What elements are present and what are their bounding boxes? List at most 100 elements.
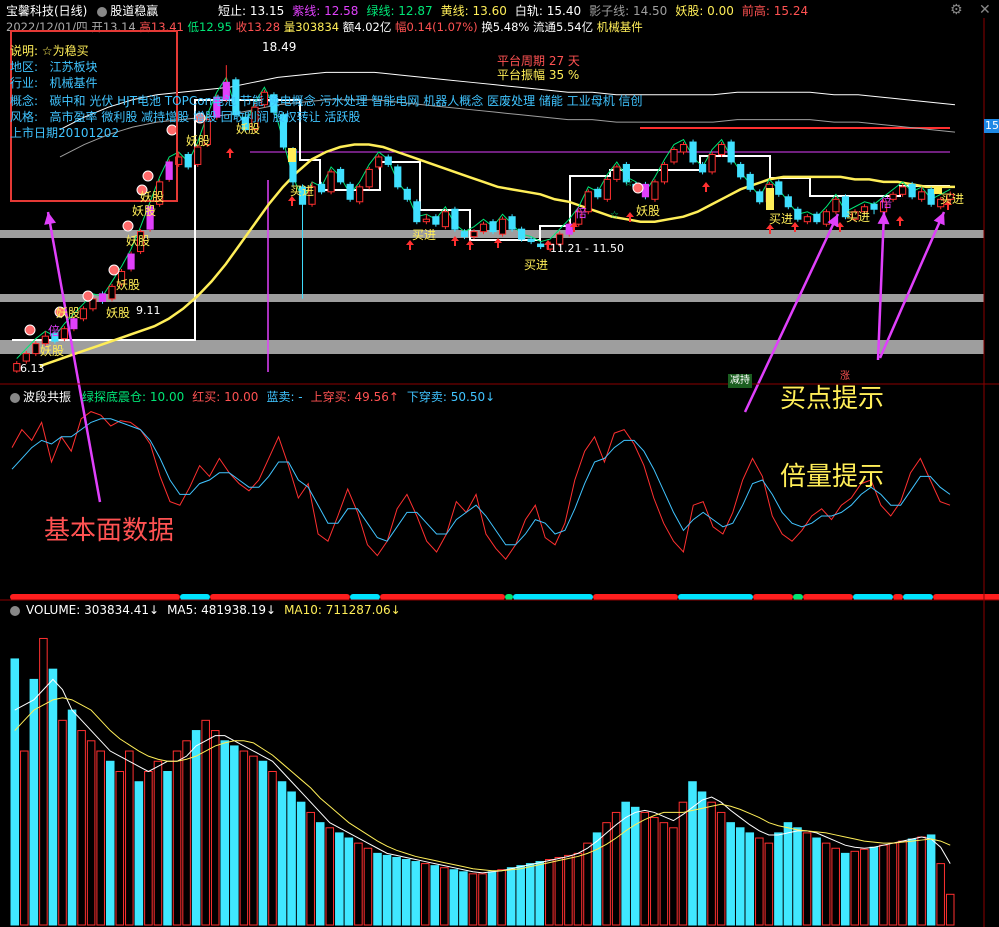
volume-panel[interactable] [10,637,955,926]
volume-bar [831,847,840,926]
close-icon[interactable]: ✕ [979,2,991,18]
header-value-5: 影子线: 14.50 [589,4,668,18]
buy-arrow-icon [896,216,904,226]
candle-body [737,163,745,178]
candle-body [375,156,383,168]
signal-buy: 买进 [769,212,794,226]
volume-bar [77,730,86,926]
signal-candle [766,188,774,210]
peak-label: 18.49 [262,40,297,54]
volume-bar [678,801,688,926]
quote-close: 收13.28 [235,20,281,34]
trend-strip-segment [793,594,803,600]
candle-body [498,218,507,235]
volume-bar [48,668,58,926]
candle-body [803,216,811,223]
settings-gear-icon[interactable]: ⚙ [950,2,963,18]
price-scale-tag: 15 [984,119,999,133]
vol-settings-icon[interactable] [10,605,20,616]
demon-ball-icon [632,182,644,194]
candle-body [460,231,469,238]
volume-bar [459,871,468,926]
candle-body [927,188,935,205]
quote-low: 低12.95 [187,20,232,34]
osc-settings-icon[interactable] [10,392,20,403]
fund-style: 风格: 高市盈率 微利股 减持增股 增股 回收利润 股权转让 活跃股 [10,108,360,125]
volume-bar [716,811,726,926]
volume-bar [306,811,315,926]
label-fundamental: 基本面数据 [44,516,175,546]
volume-bar [420,863,430,926]
candle-body [346,183,354,200]
volume-bar [115,771,125,926]
candle-body [441,211,449,228]
fund-concept-val: 碳中和 光伏 HJT电池 TOPCon电池 节能 换电概念 污水处理 智能电网 … [49,94,643,108]
buy-arrow-icon [702,182,710,192]
header-value-6: 妖股: 0.00 [675,4,734,18]
candle-body [708,153,716,173]
osc-title[interactable]: 波段共振 [23,390,71,404]
trend-strip-segment [753,594,793,600]
signal-demon: 妖股 [40,344,65,358]
fund-style-key: 风格: [10,110,39,124]
volume-bar [688,781,697,926]
volume-bar [821,842,831,926]
signal-buy: 买进 [940,192,965,206]
platform-period: 平台周期 27 天 [497,54,580,68]
volume-bar [611,811,621,926]
pointer-arrowhead-icon [877,212,890,225]
quote-sector: 机械基件 [596,20,643,34]
volume-bar [430,865,440,926]
support-band [0,294,984,302]
candle-body [594,188,602,198]
volume-bar [525,863,535,926]
stock-name[interactable]: 宝馨科技(日线) [6,4,87,18]
candle-body [479,223,488,233]
indicator-name[interactable]: 股道稳赢 [110,4,158,18]
candle-body [718,144,726,155]
fund-style-val: 高市盈率 微利股 减持增股 增股 回收利润 股权转让 活跃股 [49,110,361,124]
fund-listing: 上市日期20101202 [10,126,120,140]
trend-strip-segment [803,594,853,600]
volume-bar [268,771,277,926]
candle-body [746,173,754,190]
volume-bar [592,832,602,926]
volume-bar [67,709,77,926]
event-badge-reduce[interactable]: 减持 [728,374,752,388]
volume-bar [163,771,172,926]
volume-bar [898,840,907,926]
candle-body [899,186,907,195]
volume-bar [296,801,306,926]
volume-bar [650,817,659,926]
volume-bar [840,852,850,926]
osc-values: 绿探底震仓: 10.00 红买: 10.00 蓝卖: - 上穿买: 49.56↑ 下穿卖… [82,388,503,405]
header-bar: 宝馨科技(日线) 股道稳赢 [6,4,158,18]
volume-bar [735,827,745,926]
volume-bar [249,755,258,926]
volume-bar [764,842,774,926]
volume-bar [640,811,650,926]
pointer-arrowhead-icon [44,212,57,225]
volume-bar [39,637,48,926]
candle-body [413,201,421,223]
volume-bar [869,846,879,926]
volume-bar [850,850,860,926]
signal-demon: 妖股 [186,134,211,148]
header-value-2: 绿线: 12.87 [366,4,433,18]
volume-bar [707,801,716,926]
star-icon: ☆ [610,210,619,221]
volume-bar [506,867,516,926]
volume-bar [888,842,898,926]
oscillator-panel[interactable] [10,411,999,600]
volume-bar [726,822,735,926]
candle-body [184,153,192,168]
osc-value-1: 红买: 10.00 [192,390,259,404]
trend-strip-segment [893,594,903,600]
candle-body [518,228,526,240]
signal-double: 倍 [575,206,588,220]
volume-bar [802,832,812,926]
settings-icon[interactable] [97,6,108,17]
volume-bar [354,842,363,926]
candle-body [32,343,40,355]
candle-body [832,198,840,213]
